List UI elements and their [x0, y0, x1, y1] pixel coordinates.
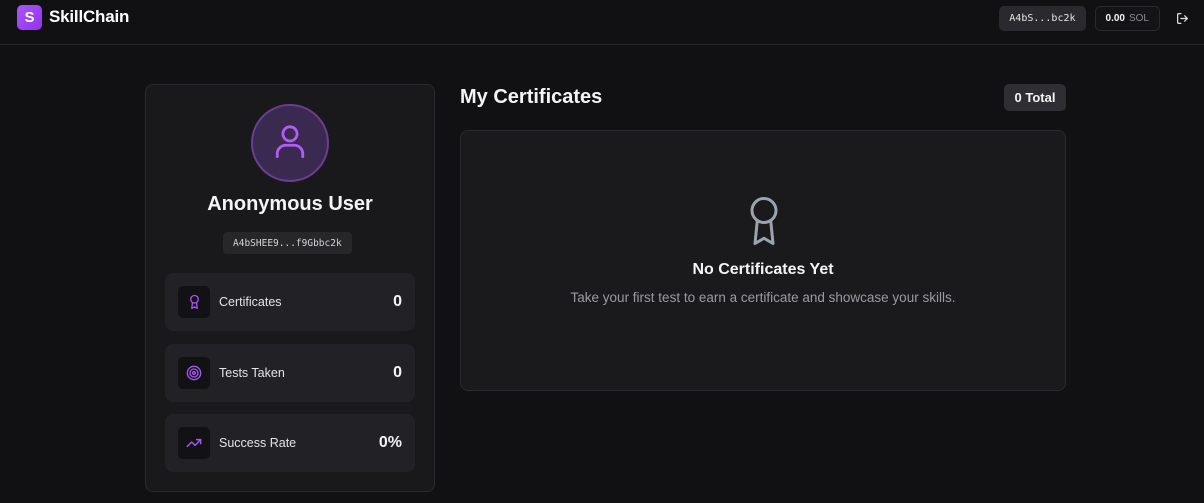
- avatar: [251, 104, 329, 182]
- award-icon: [746, 195, 782, 247]
- wallet-address-badge: A4bSHEE9...f9Gbbc2k: [223, 232, 352, 254]
- empty-state-description: Take your first test to earn a certifica…: [570, 290, 956, 305]
- stat-label: Success Rate: [219, 436, 297, 450]
- sol-currency: SOL: [1128, 13, 1149, 24]
- award-icon: [178, 286, 210, 318]
- stat-label: Tests Taken: [219, 366, 285, 380]
- sol-amount: 0.00: [1105, 13, 1125, 24]
- stat-certificates: Certificates 0: [165, 273, 415, 331]
- sol-balance: 0.00 SOL: [1094, 6, 1160, 31]
- user-icon: [273, 122, 307, 165]
- stat-value: 0: [393, 364, 402, 381]
- profile-card: Anonymous User A4bSHEE9...f9Gbbc2k Certi…: [145, 84, 435, 492]
- wallet-address-button[interactable]: A4bS...bc2k: [999, 6, 1086, 31]
- brand-name[interactable]: SkillChain: [49, 7, 129, 27]
- trending-up-icon: [178, 427, 210, 459]
- logout-icon[interactable]: [1174, 11, 1190, 27]
- stat-value: 0%: [378, 434, 402, 451]
- target-icon: [178, 357, 210, 389]
- top-navbar: S SkillChain A4bS...bc2k 0.00 SOL: [0, 0, 1204, 45]
- logo-letter: S: [24, 8, 35, 26]
- stat-label: Certificates: [219, 295, 282, 309]
- empty-state-title: No Certificates Yet: [692, 261, 834, 278]
- user-name: Anonymous User: [207, 193, 373, 215]
- empty-state-card: No Certificates Yet Take your first test…: [460, 130, 1066, 391]
- stat-value: 0: [393, 293, 402, 310]
- stat-tests-taken: Tests Taken 0: [165, 344, 415, 402]
- stat-success-rate: Success Rate 0%: [165, 414, 415, 472]
- total-count-badge: 0 Total: [1004, 84, 1066, 111]
- page-title: My Certificates: [460, 86, 603, 108]
- logo[interactable]: S: [17, 4, 42, 30]
- topbar-actions: A4bS...bc2k 0.00 SOL: [999, 6, 1190, 31]
